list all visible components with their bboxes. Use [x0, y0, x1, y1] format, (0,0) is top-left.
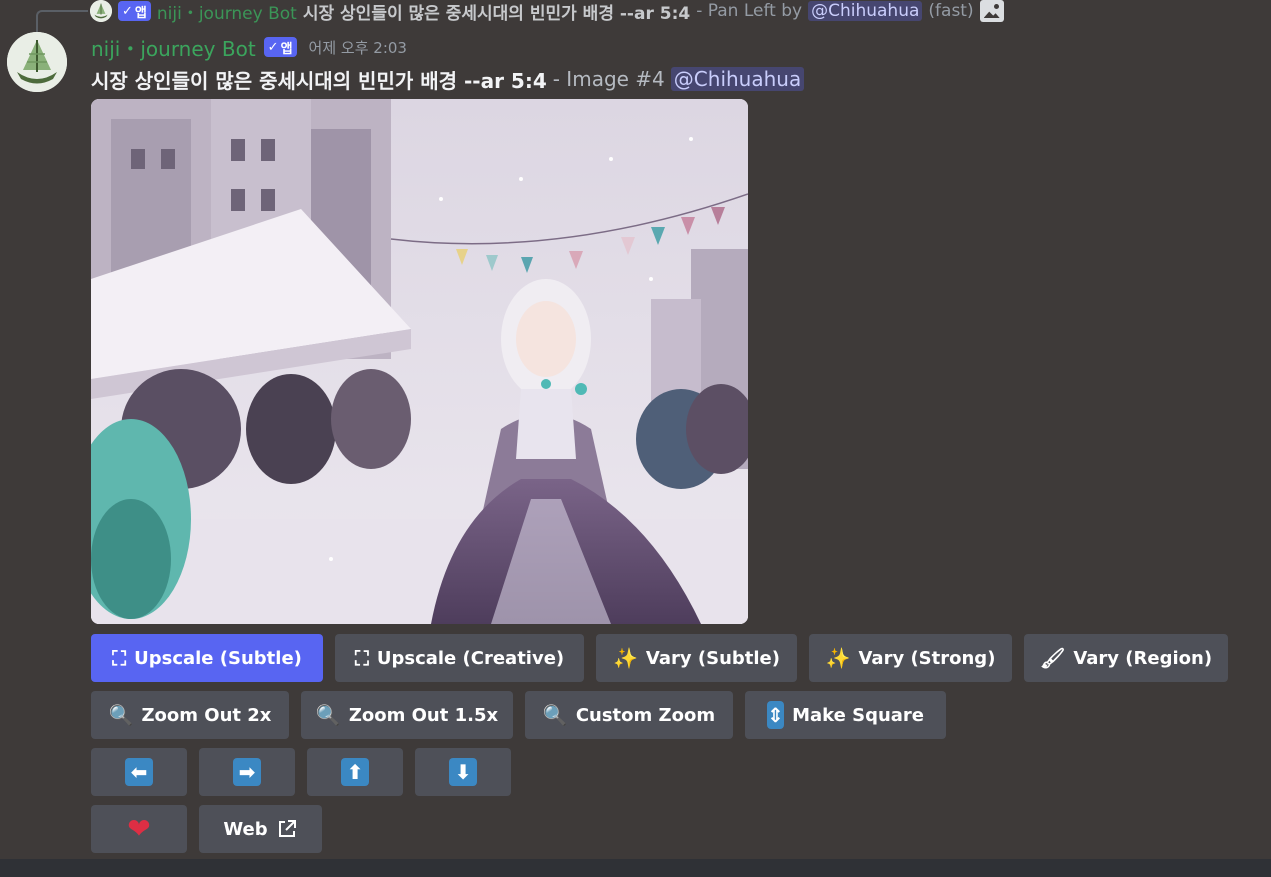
reply-preview[interactable]: ✓ 앱 niji・journey Bot 시장 상인들이 많은 중세시대의 빈민…: [90, 0, 1004, 24]
zoom-row: 🔍 Zoom Out 2x 🔍 Zoom Out 1.5x 🔍 Custom Z…: [91, 691, 946, 739]
heart-icon: ❤: [127, 812, 151, 845]
up-arrow-icon: ⬆: [341, 758, 369, 786]
message-content: 시장 상인들이 많은 중세시대의 빈민가 배경 --ar 5:4 - Image…: [91, 64, 805, 94]
pan-row: ⬅ ➡ ⬆ ⬇: [91, 748, 511, 796]
generated-image[interactable]: [91, 99, 748, 624]
vary-strong-button[interactable]: ✨ Vary (Strong): [809, 634, 1012, 682]
reply-spine: [36, 10, 88, 32]
right-arrow-icon: ➡: [233, 758, 261, 786]
app-badge: ✓ 앱: [118, 1, 151, 21]
pan-right-button[interactable]: ➡: [199, 748, 295, 796]
timestamp: 어제 오후 2:03: [308, 38, 407, 57]
magnifier-icon: 🔍: [542, 703, 568, 727]
up-down-arrow-icon: ⇕: [767, 701, 785, 729]
reply-action: - Pan Left by: [696, 1, 803, 21]
reply-suffix: (fast): [928, 1, 974, 21]
reply-mention[interactable]: @Chihuahua: [808, 1, 923, 21]
paintbrush-icon: 🖌: [1039, 646, 1066, 670]
vary-region-button[interactable]: 🖌 Vary (Region): [1024, 634, 1228, 682]
app-badge: ✓ 앱: [263, 37, 297, 57]
down-arrow-icon: ⬇: [449, 758, 477, 786]
magnifier-icon: 🔍: [315, 703, 341, 727]
bot-avatar[interactable]: [7, 32, 67, 92]
upscale-creative-button[interactable]: ⛶ Upscale (Creative): [335, 634, 584, 682]
reply-bot-name[interactable]: niji・journey Bot: [157, 0, 297, 24]
external-link-icon: [276, 818, 298, 840]
upscale-subtle-button[interactable]: ⛶ Upscale (Subtle): [91, 634, 323, 682]
user-mention[interactable]: @Chihuahua: [670, 67, 805, 91]
magic-wand-icon: ✨: [825, 646, 851, 670]
custom-zoom-button[interactable]: 🔍 Custom Zoom: [525, 691, 733, 739]
bottom-divider: [0, 859, 1271, 877]
reply-prompt: 시장 상인들이 많은 중세시대의 빈민가 배경 --ar 5:4: [302, 3, 691, 24]
left-arrow-icon: ⬅: [125, 758, 153, 786]
magic-wand-icon: ✨: [613, 646, 638, 670]
magnifier-icon: 🔍: [108, 703, 134, 727]
web-button[interactable]: Web: [199, 805, 322, 853]
like-button[interactable]: ❤: [91, 805, 187, 853]
extra-row: ❤ Web: [91, 805, 322, 853]
bot-name[interactable]: niji・journey Bot: [91, 33, 256, 62]
expand-arrows-icon: ⛶: [354, 646, 369, 670]
message-header: niji・journey Bot ✓ 앱 어제 오후 2:03: [91, 33, 407, 61]
pan-up-button[interactable]: ⬆: [307, 748, 403, 796]
make-square-button[interactable]: ⇕ Make Square: [745, 691, 946, 739]
expand-arrows-icon: ⛶: [112, 646, 127, 670]
upscale-vary-row: ⛶ Upscale (Subtle) ⛶ Upscale (Creative) …: [91, 634, 1228, 682]
image-label: - Image #4: [552, 67, 665, 91]
pan-down-button[interactable]: ⬇: [415, 748, 511, 796]
image-attachment-icon: [979, 0, 1004, 22]
zoom-out-2x-button[interactable]: 🔍 Zoom Out 2x: [91, 691, 289, 739]
bot-mini-avatar: [90, 0, 112, 22]
prompt-text: 시장 상인들이 많은 중세시대의 빈민가 배경 --ar 5:4: [91, 68, 547, 93]
vary-subtle-button[interactable]: ✨ Vary (Subtle): [596, 634, 797, 682]
pan-left-button[interactable]: ⬅: [91, 748, 187, 796]
verified-check-icon: ✓: [122, 3, 133, 19]
verified-check-icon: ✓: [267, 39, 279, 55]
zoom-out-1-5x-button[interactable]: 🔍 Zoom Out 1.5x: [301, 691, 513, 739]
